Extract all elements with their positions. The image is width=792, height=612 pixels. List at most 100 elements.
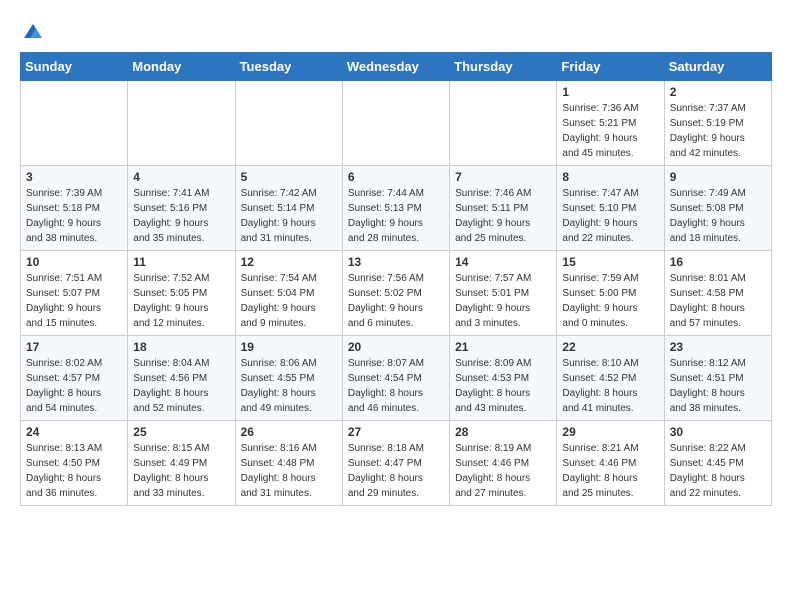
day-info: Sunrise: 8:21 AM Sunset: 4:46 PM Dayligh…	[562, 441, 658, 501]
page: SundayMondayTuesdayWednesdayThursdayFrid…	[0, 0, 792, 516]
day-info: Sunrise: 8:02 AM Sunset: 4:57 PM Dayligh…	[26, 356, 122, 416]
calendar-cell: 30 Sunrise: 8:22 AM Sunset: 4:45 PM Dayli…	[664, 421, 771, 506]
calendar-cell	[21, 81, 128, 166]
day-info: Sunrise: 7:42 AM Sunset: 5:14 PM Dayligh…	[241, 186, 337, 246]
calendar-cell: 6 Sunrise: 7:44 AM Sunset: 5:13 PM Daylig…	[342, 166, 449, 251]
calendar-cell: 25 Sunrise: 8:15 AM Sunset: 4:49 PM Dayli…	[128, 421, 235, 506]
calendar-cell	[235, 81, 342, 166]
calendar-cell: 23 Sunrise: 8:12 AM Sunset: 4:51 PM Dayli…	[664, 336, 771, 421]
day-number: 15	[562, 255, 658, 269]
calendar-cell: 8Sunrise: 7:47 AM Sunset: 5:10 PM Daylig…	[557, 166, 664, 251]
calendar-cell: 28 Sunrise: 8:19 AM Sunset: 4:46 PM Dayli…	[450, 421, 557, 506]
weekday-header-saturday: Saturday	[664, 53, 771, 81]
calendar-cell: 20Sunrise: 8:07 AM Sunset: 4:54 PM Dayli…	[342, 336, 449, 421]
calendar-cell: 21 Sunrise: 8:09 AM Sunset: 4:53 PM Dayli…	[450, 336, 557, 421]
day-number: 17	[26, 340, 122, 354]
day-number: 26	[241, 425, 337, 439]
calendar-cell: 2 Sunrise: 7:37 AM Sunset: 5:19 PM Daylig…	[664, 81, 771, 166]
weekday-header-friday: Friday	[557, 53, 664, 81]
calendar-cell: 22 Sunrise: 8:10 AM Sunset: 4:52 PM Dayli…	[557, 336, 664, 421]
day-number: 21	[455, 340, 551, 354]
day-info: Sunrise: 7:37 AM Sunset: 5:19 PM Dayligh…	[670, 101, 766, 161]
day-info: Sunrise: 7:52 AM Sunset: 5:05 PM Dayligh…	[133, 271, 229, 331]
weekday-header-wednesday: Wednesday	[342, 53, 449, 81]
day-info: Sunrise: 8:10 AM Sunset: 4:52 PM Dayligh…	[562, 356, 658, 416]
calendar-cell	[342, 81, 449, 166]
week-row-1: 1 Sunrise: 7:36 AM Sunset: 5:21 PM Daylig…	[21, 81, 772, 166]
week-row-3: 10Sunrise: 7:51 AM Sunset: 5:07 PM Dayli…	[21, 251, 772, 336]
day-number: 25	[133, 425, 229, 439]
logo	[20, 20, 44, 42]
day-info: Sunrise: 8:15 AM Sunset: 4:49 PM Dayligh…	[133, 441, 229, 501]
day-info: Sunrise: 8:18 AM Sunset: 4:47 PM Dayligh…	[348, 441, 444, 501]
day-info: Sunrise: 7:47 AM Sunset: 5:10 PM Dayligh…	[562, 186, 658, 246]
day-number: 13	[348, 255, 444, 269]
weekday-header-sunday: Sunday	[21, 53, 128, 81]
day-number: 11	[133, 255, 229, 269]
calendar-cell: 14 Sunrise: 7:57 AM Sunset: 5:01 PM Dayli…	[450, 251, 557, 336]
calendar-cell: 24 Sunrise: 8:13 AM Sunset: 4:50 PM Dayli…	[21, 421, 128, 506]
calendar-cell: 29 Sunrise: 8:21 AM Sunset: 4:46 PM Dayli…	[557, 421, 664, 506]
day-number: 24	[26, 425, 122, 439]
day-info: Sunrise: 7:54 AM Sunset: 5:04 PM Dayligh…	[241, 271, 337, 331]
day-number: 4	[133, 170, 229, 184]
calendar-cell: 26 Sunrise: 8:16 AM Sunset: 4:48 PM Dayli…	[235, 421, 342, 506]
day-info: Sunrise: 7:57 AM Sunset: 5:01 PM Dayligh…	[455, 271, 551, 331]
day-info: Sunrise: 8:06 AM Sunset: 4:55 PM Dayligh…	[241, 356, 337, 416]
day-info: Sunrise: 7:56 AM Sunset: 5:02 PM Dayligh…	[348, 271, 444, 331]
day-info: Sunrise: 8:01 AM Sunset: 4:58 PM Dayligh…	[670, 271, 766, 331]
calendar-cell: 12 Sunrise: 7:54 AM Sunset: 5:04 PM Dayli…	[235, 251, 342, 336]
day-number: 20	[348, 340, 444, 354]
day-number: 16	[670, 255, 766, 269]
day-number: 5	[241, 170, 337, 184]
day-info: Sunrise: 8:04 AM Sunset: 4:56 PM Dayligh…	[133, 356, 229, 416]
day-info: Sunrise: 8:19 AM Sunset: 4:46 PM Dayligh…	[455, 441, 551, 501]
day-number: 12	[241, 255, 337, 269]
day-number: 29	[562, 425, 658, 439]
day-info: Sunrise: 7:49 AM Sunset: 5:08 PM Dayligh…	[670, 186, 766, 246]
day-number: 27	[348, 425, 444, 439]
day-info: Sunrise: 8:13 AM Sunset: 4:50 PM Dayligh…	[26, 441, 122, 501]
calendar-cell: 5 Sunrise: 7:42 AM Sunset: 5:14 PM Daylig…	[235, 166, 342, 251]
day-number: 30	[670, 425, 766, 439]
calendar-cell: 11 Sunrise: 7:52 AM Sunset: 5:05 PM Dayli…	[128, 251, 235, 336]
day-number: 23	[670, 340, 766, 354]
calendar-cell: 27 Sunrise: 8:18 AM Sunset: 4:47 PM Dayli…	[342, 421, 449, 506]
day-number: 28	[455, 425, 551, 439]
weekday-header-monday: Monday	[128, 53, 235, 81]
day-info: Sunrise: 7:41 AM Sunset: 5:16 PM Dayligh…	[133, 186, 229, 246]
calendar-cell: 9 Sunrise: 7:49 AM Sunset: 5:08 PM Daylig…	[664, 166, 771, 251]
day-number: 18	[133, 340, 229, 354]
day-number: 19	[241, 340, 337, 354]
day-number: 9	[670, 170, 766, 184]
day-info: Sunrise: 7:59 AM Sunset: 5:00 PM Dayligh…	[562, 271, 658, 331]
calendar-cell: 1 Sunrise: 7:36 AM Sunset: 5:21 PM Daylig…	[557, 81, 664, 166]
calendar-cell: 10Sunrise: 7:51 AM Sunset: 5:07 PM Dayli…	[21, 251, 128, 336]
calendar-cell: 3Sunrise: 7:39 AM Sunset: 5:18 PM Daylig…	[21, 166, 128, 251]
day-number: 7	[455, 170, 551, 184]
day-info: Sunrise: 8:12 AM Sunset: 4:51 PM Dayligh…	[670, 356, 766, 416]
week-row-5: 24 Sunrise: 8:13 AM Sunset: 4:50 PM Dayli…	[21, 421, 772, 506]
day-number: 1	[562, 85, 658, 99]
calendar-cell: 18 Sunrise: 8:04 AM Sunset: 4:56 PM Dayli…	[128, 336, 235, 421]
calendar-cell: 13 Sunrise: 7:56 AM Sunset: 5:02 PM Dayli…	[342, 251, 449, 336]
day-number: 6	[348, 170, 444, 184]
calendar-cell: 16 Sunrise: 8:01 AM Sunset: 4:58 PM Dayli…	[664, 251, 771, 336]
week-row-2: 3Sunrise: 7:39 AM Sunset: 5:18 PM Daylig…	[21, 166, 772, 251]
day-number: 22	[562, 340, 658, 354]
week-row-4: 17 Sunrise: 8:02 AM Sunset: 4:57 PM Dayli…	[21, 336, 772, 421]
day-info: Sunrise: 8:16 AM Sunset: 4:48 PM Dayligh…	[241, 441, 337, 501]
day-info: Sunrise: 8:09 AM Sunset: 4:53 PM Dayligh…	[455, 356, 551, 416]
day-info: Sunrise: 7:36 AM Sunset: 5:21 PM Dayligh…	[562, 101, 658, 161]
calendar-cell	[128, 81, 235, 166]
day-number: 3	[26, 170, 122, 184]
day-number: 14	[455, 255, 551, 269]
calendar-cell	[450, 81, 557, 166]
day-info: Sunrise: 8:22 AM Sunset: 4:45 PM Dayligh…	[670, 441, 766, 501]
calendar-cell: 4 Sunrise: 7:41 AM Sunset: 5:16 PM Daylig…	[128, 166, 235, 251]
logo-icon	[22, 20, 44, 42]
calendar-cell: 7Sunrise: 7:46 AM Sunset: 5:11 PM Daylig…	[450, 166, 557, 251]
calendar-table: SundayMondayTuesdayWednesdayThursdayFrid…	[20, 52, 772, 506]
day-info: Sunrise: 7:44 AM Sunset: 5:13 PM Dayligh…	[348, 186, 444, 246]
day-number: 2	[670, 85, 766, 99]
